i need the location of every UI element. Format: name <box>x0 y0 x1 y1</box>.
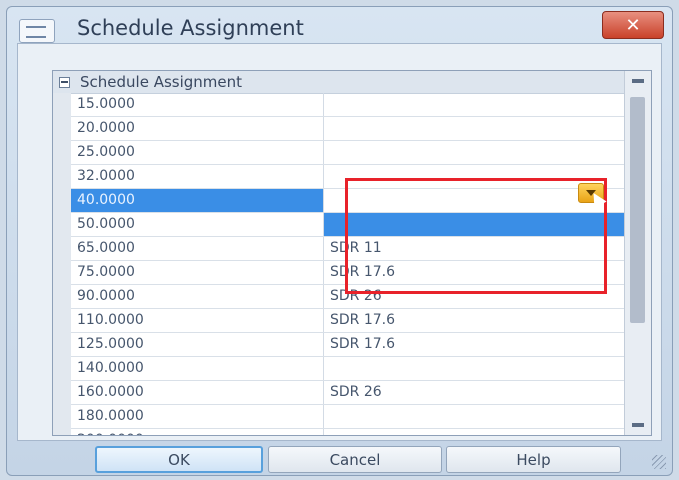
category-header[interactable]: Schedule Assignment <box>53 71 627 94</box>
grid-rows: 15.0000 20.0000 25.0000 32.0000 40.0000 … <box>71 93 627 435</box>
row-key: 90.0000 <box>71 285 324 308</box>
row-key: 20.0000 <box>71 117 324 140</box>
row-key: 75.0000 <box>71 261 324 284</box>
row-value[interactable]: SDR 17.6 <box>324 309 627 332</box>
vertical-scrollbar[interactable] <box>624 71 651 435</box>
row-value[interactable] <box>324 117 627 140</box>
table-row[interactable]: 140.0000 <box>71 357 627 381</box>
scroll-down-icon[interactable] <box>632 423 644 427</box>
close-button[interactable]: ✕ <box>602 11 664 39</box>
dropdown-option[interactable]: SDR 11 <box>324 237 627 260</box>
property-grid: Schedule Assignment 15.0000 20.0000 25.0… <box>52 70 652 436</box>
row-key: 15.0000 <box>71 93 324 116</box>
scroll-up-icon[interactable] <box>632 79 644 83</box>
row-value[interactable]: SDR 17.6 <box>324 333 627 356</box>
row-key: 180.0000 <box>71 405 324 428</box>
dropdown-option-row[interactable]: 75.0000 SDR 17.6 <box>71 261 627 285</box>
window-title: Schedule Assignment <box>77 16 304 40</box>
cancel-button[interactable]: Cancel <box>268 446 442 473</box>
row-value[interactable]: SDR 26 <box>324 381 627 404</box>
table-row[interactable]: 110.0000 SDR 17.6 <box>71 309 627 333</box>
category-label: Schedule Assignment <box>80 73 243 91</box>
dialog-client-area: Schedule Assignment 15.0000 20.0000 25.0… <box>17 43 662 441</box>
table-row[interactable]: 32.0000 <box>71 165 627 189</box>
dropdown-option-blank[interactable]: 50.0000 <box>71 213 627 237</box>
row-value[interactable] <box>324 357 627 380</box>
ok-button[interactable]: OK <box>95 446 263 473</box>
table-row[interactable]: 180.0000 <box>71 405 627 429</box>
dropdown-option[interactable]: SDR 17.6 <box>324 261 627 284</box>
dropdown-option-row[interactable]: 65.0000 SDR 11 <box>71 237 627 261</box>
scroll-thumb[interactable] <box>630 97 645 323</box>
table-row[interactable]: 25.0000 <box>71 141 627 165</box>
schedule-assignment-window: Schedule Assignment ✕ Schedule Assignmen… <box>6 6 673 476</box>
row-key: 140.0000 <box>71 357 324 380</box>
resize-grip-icon[interactable] <box>652 455 666 469</box>
row-key: 40.0000 <box>71 189 324 212</box>
dropdown-option[interactable] <box>324 213 627 236</box>
table-row[interactable]: 200.0000 <box>71 429 627 435</box>
row-key: 110.0000 <box>71 309 324 332</box>
row-key: 200.0000 <box>71 429 324 435</box>
row-key: 50.0000 <box>71 213 324 236</box>
grid-gutter <box>53 93 71 435</box>
collapse-icon[interactable] <box>59 76 70 88</box>
table-row[interactable]: 125.0000 SDR 17.6 <box>71 333 627 357</box>
row-key: 160.0000 <box>71 381 324 404</box>
row-key: 125.0000 <box>71 333 324 356</box>
help-button[interactable]: Help <box>446 446 621 473</box>
table-row[interactable]: 15.0000 <box>71 93 627 117</box>
app-icon <box>19 19 55 43</box>
dropdown-option-row[interactable]: 90.0000 SDR 26 <box>71 285 627 309</box>
row-key: 32.0000 <box>71 165 324 188</box>
table-row-selected[interactable]: 40.0000 <box>71 189 627 213</box>
row-key: 65.0000 <box>71 237 324 260</box>
table-row[interactable]: 160.0000 SDR 26 <box>71 381 627 405</box>
row-value[interactable] <box>324 405 627 428</box>
row-value[interactable] <box>324 93 627 116</box>
row-key: 25.0000 <box>71 141 324 164</box>
dropdown-option[interactable]: SDR 26 <box>324 285 627 308</box>
table-row[interactable]: 20.0000 <box>71 117 627 141</box>
row-value[interactable] <box>324 429 627 435</box>
row-value[interactable] <box>324 141 627 164</box>
